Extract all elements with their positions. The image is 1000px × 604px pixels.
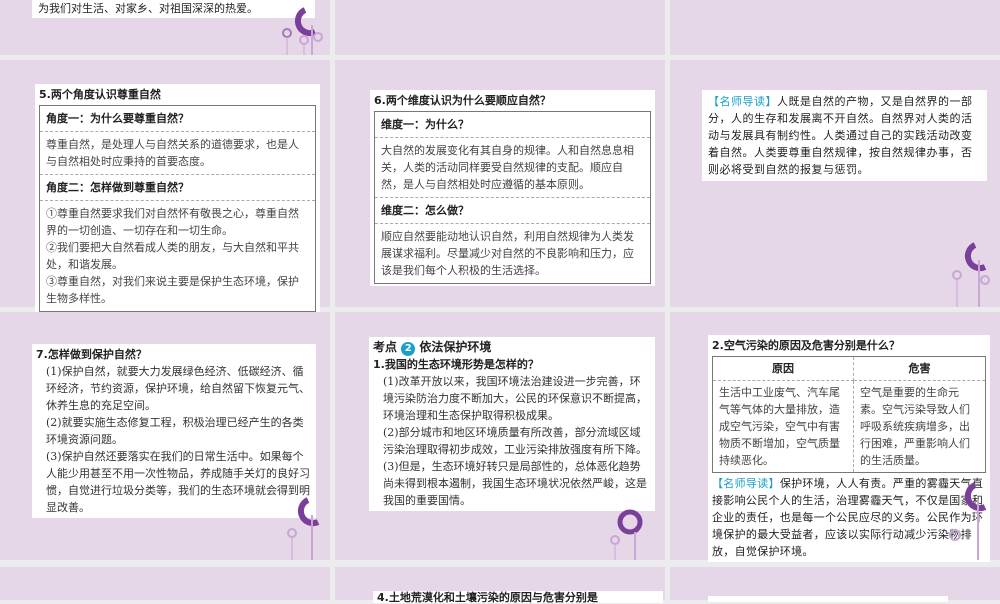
kaodian-number-badge: 2: [401, 342, 416, 356]
teacher-guide: 【名师导读】人既是自然的产物，又是自然界的一部分，人的生存和发展离不开自然。自然…: [702, 90, 987, 181]
kaodian-heading: 考点 2 依法保护环境: [373, 339, 651, 356]
partial-card: [708, 596, 948, 602]
slide-row4-3[interactable]: [670, 567, 1000, 602]
column-header-cause: 原因: [712, 356, 854, 381]
cause-cell: 生活中工业废气、汽车尾气等气体的大量排放，造成空气污染，空气中有害物质不断增加，…: [712, 380, 854, 473]
dimension-two-body: 顺应自然要能动地认识自然，利用自然规律为人类发展谋求福利。尽量减少对自然的不良影…: [381, 230, 634, 277]
angle-one-heading: 角度一：为什么要尊重自然？: [40, 106, 315, 132]
dimension-two-heading: 维度二：怎么做？: [375, 198, 650, 224]
angle-two-heading: 角度二：怎样做到尊重自然？: [40, 175, 315, 201]
section-title: 5.两个角度认识尊重自然: [39, 88, 161, 101]
guide-label: 【名师导读】: [708, 95, 777, 108]
angle-box: 角度一：为什么要尊重自然？ 尊重自然，是处理人与自然关系的道德要求，也是人与自然…: [39, 105, 316, 312]
section-title: 6.两个维度认识为什么要顺应自然？: [374, 94, 551, 107]
angle-one-body: 尊重自然，是处理人与自然关系的道德要求，也是人与自然相处时应秉持的首要态度。: [40, 132, 315, 175]
dimension-one-body: 大自然的发展变化有其自身的规律。人和自然息息相关，人类的活动同样要受自然规律的支…: [375, 138, 650, 198]
slide-text: 为我们对生活、对家乡、对祖国深深的热爱。: [32, 0, 315, 18]
list-item: (3)保护自然还要落实在我们的日常生活中。如果每个人能少用甚至不用一次性物品，养…: [46, 450, 310, 514]
flower-decoration-icon: [952, 242, 990, 307]
section-title: 4.土地荒漠化和土壤污染的原因与危害分别是: [373, 591, 663, 604]
slide-row4-1[interactable]: [0, 567, 330, 600]
slide-3[interactable]: [670, 0, 1000, 55]
kaodian-title: 依法保护环境: [419, 340, 492, 354]
column-header-harm: 危害: [853, 356, 986, 381]
section-title: 7.怎样做到保护自然？: [36, 348, 147, 361]
slide-2[interactable]: [335, 0, 665, 55]
flower-decoration-icon: [282, 7, 323, 55]
list-item: (2)就要实施生态修复工程，积极治理已经产生的各类环境资源问题。: [46, 416, 304, 446]
point: ②我们要把大自然看成人类的朋友，与大自然和平共处，和谐发展。: [46, 241, 299, 271]
section-title: 2.空气污染的原因及危害分别是什么？: [712, 339, 900, 352]
air-pollution-table: 原因 危害 生活中工业废气、汽车尾气等气体的大量排放，造成空气污染，空气中有害物质…: [712, 356, 986, 473]
point: ③尊重自然，对我们来说主要是保护生态环境，保护生物多样性。: [46, 275, 299, 305]
list-item: (2)部分城市和地区环境质量有所改善，部分流域区域污染治理取得初步成效，工业污染…: [383, 426, 647, 456]
flower-decoration-icon: [949, 482, 987, 560]
harm-cell: 空气是重要的生命元素。空气污染导致人们呼吸系统疾病增多，出行困难，严重影响人们的…: [853, 380, 986, 473]
dimension-one-heading: 维度一：为什么？: [375, 112, 650, 138]
flower-decoration-icon: [287, 497, 320, 560]
kaodian-prefix: 考点: [373, 340, 398, 354]
slide-6[interactable]: 6.两个维度认识为什么要顺应自然？ 维度一：为什么？ 大自然的发展变化有其自身的…: [335, 60, 665, 307]
list-item: (1)改革开放以来，我国环境法治建设进一步完善，环境污染防治力度不断加大，公民的…: [383, 375, 647, 422]
question-title: 1.我国的生态环境形势是怎样的？: [373, 358, 539, 371]
angle-two-body: ①尊重自然要求我们对自然怀有敬畏之心，尊重自然界的一切创造、一切存在和一切生命。…: [40, 201, 315, 311]
guide-label: 【名师导读】: [712, 477, 780, 490]
slide-5[interactable]: 5.两个角度认识尊重自然 角度一：为什么要尊重自然？ 尊重自然，是处理人与自然关…: [0, 60, 330, 314]
dimension-box: 维度一：为什么？ 大自然的发展变化有其自身的规律。人和自然息息相关，人类的活动同…: [374, 111, 651, 284]
list-item: (1)保护自然，就要大力发展绿色经济、低碳经济、循环经济，节约资源，保护环境，给…: [46, 365, 310, 412]
slide-4[interactable]: 4.土地荒漠化和土壤污染的原因与危害分别是: [335, 567, 665, 604]
point: ①尊重自然要求我们对自然怀有敬畏之心，尊重自然界的一切创造、一切存在和一切生命。: [46, 207, 299, 237]
flower-decoration-icon: [610, 509, 643, 560]
